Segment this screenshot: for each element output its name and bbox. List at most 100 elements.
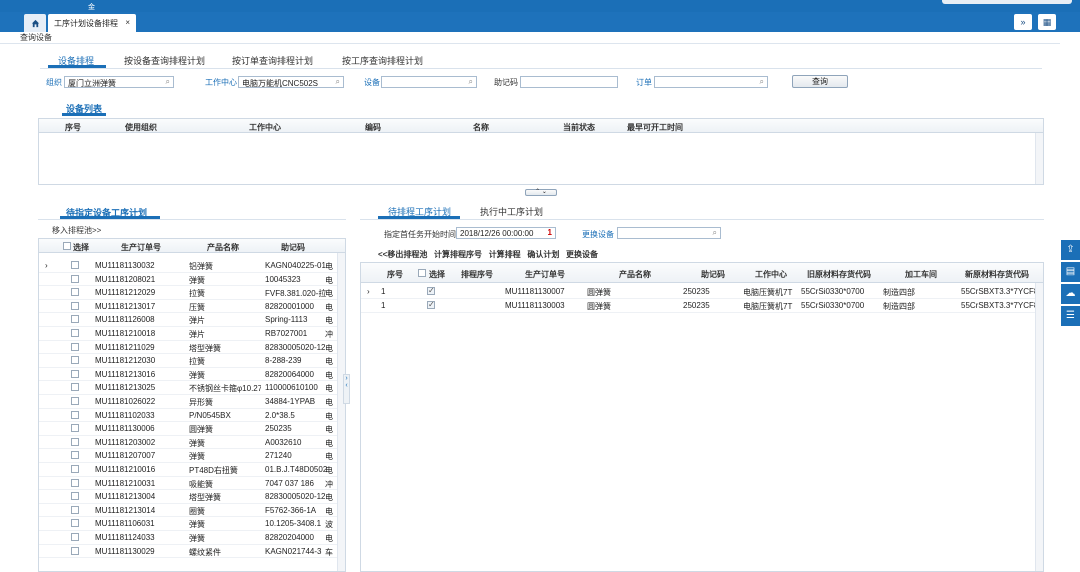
col-seq[interactable]: 序号 (65, 122, 81, 133)
tab-executing-plan[interactable]: 执行中工序计划 (480, 205, 543, 218)
table-row[interactable]: MU11181130006 圆弹簧 250235 电 (39, 422, 339, 436)
mnemonic-input[interactable] (520, 76, 618, 88)
equipment-vscroll[interactable] (1035, 133, 1043, 184)
row-checkbox[interactable] (71, 342, 79, 351)
table-row[interactable]: MU11181207007 弹簧 271240 电 (39, 449, 339, 463)
col-work-center[interactable]: 工作中心 (755, 269, 787, 280)
col-workshop[interactable]: 加工车间 (905, 269, 937, 280)
col-product[interactable]: 产品名称 (619, 269, 651, 280)
row-checkbox[interactable] (71, 410, 79, 419)
table-row[interactable]: MU11181213014 圈簧 F5762-366-1A 电 (39, 504, 339, 518)
col-product[interactable]: 产品名称 (207, 242, 239, 253)
calc-seq-button[interactable]: 计算排程序号 (434, 250, 482, 259)
row-checkbox[interactable] (71, 492, 79, 501)
left-vscroll[interactable] (337, 253, 345, 571)
cloud-icon[interactable]: ☁ (1061, 284, 1080, 304)
col-mnemonic[interactable]: 助记码 (701, 269, 725, 280)
equipment-input[interactable]: ⌕ (381, 76, 477, 88)
row-checkbox[interactable] (71, 369, 79, 378)
table-row[interactable]: MU11181211029 塔型弹簧 82830005020-12 电 (39, 341, 339, 355)
table-row[interactable]: MU11181130029 螺纹紧件 KAGN021744-3 车 (39, 545, 339, 559)
table-row[interactable]: MU11181213017 压簧 82820001000 电 (39, 300, 339, 314)
left-grid[interactable]: 选择 生产订单号 产品名称 助记码 › MU11181130032 铝弹簧 KAGN0… (38, 238, 346, 572)
row-checkbox[interactable] (71, 397, 79, 405)
row-checkbox[interactable] (71, 356, 79, 365)
col-seq[interactable]: 序号 (387, 269, 403, 280)
collapse-icon[interactable]: » (1014, 14, 1032, 30)
org-input[interactable]: 厦门立洲弹簧 ⌕ (64, 76, 174, 88)
table-row[interactable]: MU11181213016 弹簧 82820064000 电 (39, 368, 339, 382)
search-icon[interactable]: ⌕ (336, 77, 340, 87)
table-row[interactable]: MU11181210031 吸能簧 7047 037 186 冲 (39, 477, 339, 491)
home-tab[interactable] (24, 14, 46, 32)
table-row[interactable]: MU11181124033 弹簧 82820204000 电 (39, 531, 339, 545)
search-icon[interactable]: ⌕ (760, 77, 764, 87)
splitter-toggle[interactable]: ⌃ ⌄ (525, 189, 557, 196)
table-row[interactable]: MU11181213004 塔型弹簧 82830005020-12 电 (39, 490, 339, 504)
col-org[interactable]: 使用组织 (125, 122, 157, 133)
table-row[interactable]: MU11181208021 弹簧 10045323 电 (39, 273, 339, 287)
col-old-material[interactable]: 旧原材料存货代码 (807, 269, 871, 280)
list-icon[interactable]: ☰ (1061, 306, 1080, 326)
confirm-plan-button[interactable]: 确认计划 (527, 250, 559, 259)
tab-query-by-process[interactable]: 按工序查询排程计划 (342, 54, 423, 67)
table-row[interactable]: MU11181212030 拉簧 8-288-239 电 (39, 354, 339, 368)
row-checkbox[interactable] (71, 451, 79, 460)
panel-splitter[interactable]: › ‹ (343, 374, 350, 404)
tab-equipment-scheduling[interactable]: 工序计划设备排程 × (48, 14, 136, 32)
user-box[interactable] (942, 0, 1072, 4)
row-checkbox[interactable] (71, 424, 79, 433)
col-name[interactable]: 名称 (473, 122, 489, 133)
table-row[interactable]: MU11181203002 弹簧 A0032610 电 (39, 436, 339, 450)
col-code[interactable]: 编码 (365, 122, 381, 133)
row-checkbox[interactable] (71, 478, 79, 487)
col-new-material[interactable]: 新原材料存货代码 (965, 269, 1029, 280)
change-equipment-button[interactable]: 更换设备 (566, 250, 598, 259)
col-order[interactable]: 生产订单号 (525, 269, 565, 280)
calc-schedule-button[interactable]: 计算排程 (489, 250, 521, 259)
work-center-input[interactable]: 电脑万能机CNC502S ⌕ (238, 76, 344, 88)
row-checkbox[interactable] (71, 533, 79, 541)
row-checkbox[interactable] (71, 383, 79, 392)
table-row[interactable]: 1 MU11181130003 圆弹簧 250235 电脑压簧机7T 55CrSi0330… (361, 299, 1037, 313)
query-button[interactable]: 查询 (792, 75, 848, 88)
select-all-checkbox[interactable] (418, 269, 426, 277)
search-icon[interactable]: ⌕ (469, 77, 473, 87)
table-row[interactable]: MU11181106031 弹簧 10.1205-3408.1 波 (39, 517, 339, 531)
row-checkbox[interactable] (71, 315, 79, 324)
row-checkbox[interactable] (427, 286, 435, 295)
row-checkbox[interactable] (71, 505, 79, 514)
table-row[interactable]: MU11181026022 异形簧 34884-1YPAB 电 (39, 395, 339, 409)
col-earliest-start[interactable]: 最早可开工时间 (627, 122, 683, 133)
row-checkbox[interactable] (71, 519, 79, 528)
tab-query-by-equipment[interactable]: 按设备查询排程计划 (124, 54, 205, 67)
col-mnemonic[interactable]: 助记码 (281, 242, 305, 253)
move-out-button[interactable]: <<移出排程池 (378, 250, 427, 259)
row-checkbox[interactable] (71, 437, 79, 446)
col-select[interactable]: 选择 (73, 242, 89, 253)
col-order[interactable]: 生产订单号 (121, 242, 161, 253)
col-status[interactable]: 当前状态 (563, 122, 595, 133)
row-checkbox[interactable] (71, 546, 79, 555)
row-checkbox[interactable] (71, 301, 79, 310)
grid-menu-icon[interactable]: ▦ (1038, 14, 1056, 30)
row-checkbox[interactable] (71, 288, 79, 297)
row-checkbox[interactable] (71, 329, 79, 337)
table-row[interactable]: MU11181213025 不锈钢丝卡箍φ10.27 110000610100 电 (39, 381, 339, 395)
start-time-input[interactable]: 2018/12/26 00:00:00 1 (456, 227, 556, 239)
row-checkbox[interactable] (427, 300, 435, 309)
row-checkbox[interactable] (71, 274, 79, 283)
tab-query-by-order[interactable]: 按订单查询排程计划 (232, 54, 313, 67)
table-row[interactable]: MU11181212029 拉簧 FVF8.381.020-拉电 (39, 286, 339, 300)
order-input[interactable]: ⌕ (654, 76, 768, 88)
table-row[interactable]: MU11181126008 弹片 Spring-1113 电 (39, 313, 339, 327)
change-equipment-input[interactable]: ⌕ (617, 227, 721, 239)
equipment-grid[interactable]: 序号 使用组织 工作中心 编码 名称 当前状态 最早可开工时间 (38, 118, 1044, 185)
row-checkbox[interactable] (71, 261, 79, 269)
col-select[interactable]: 选择 (429, 269, 445, 280)
table-row[interactable]: MU11181210018 弹片 RB7027001 冲 (39, 327, 339, 341)
calendar-icon[interactable]: 1 (548, 228, 552, 237)
upload-icon[interactable]: ⇪ (1061, 240, 1080, 260)
search-icon[interactable]: ⌕ (713, 228, 717, 238)
table-row[interactable]: › MU11181130032 铝弹簧 KAGN040225-01 电 (39, 259, 339, 273)
